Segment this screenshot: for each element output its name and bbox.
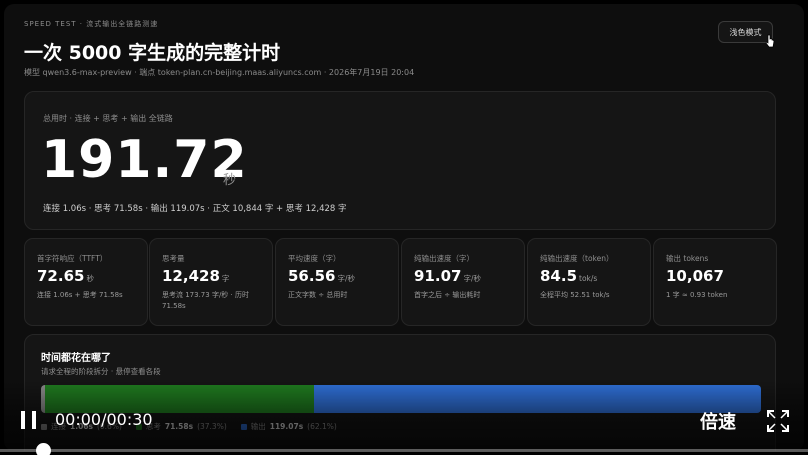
metric-value: 10,067 xyxy=(666,267,724,285)
total-time-card: 总用时 · 连接 + 思考 + 输出 全链路 191.72 秒 连接 1.06s… xyxy=(24,91,776,230)
metric-note: 思考流 173.73 字/秒 · 历时 71.58s xyxy=(162,291,249,310)
metric-label: 纯输出速度（字） xyxy=(414,254,474,263)
video-progress-knob[interactable] xyxy=(36,443,51,455)
metric-cards: 首字符响应（TTFT） 72.65 秒 连接 1.06s + 思考 71.58s … xyxy=(24,238,777,328)
pause-icon[interactable] xyxy=(18,409,40,431)
metric-label: 首字符响应（TTFT） xyxy=(37,254,108,263)
video-time-display: 00:00/00:30 xyxy=(55,410,153,429)
page-kicker: SPEED TEST · 流式输出全链路测速 xyxy=(24,20,159,28)
metric-label: 思考量 xyxy=(162,254,185,263)
metric-card-output-tokens: 输出 tokens 10,067 1 字 ≈ 0.93 token xyxy=(653,238,777,326)
page-meta: 模型 qwen3.6-max-preview · 端点 token-plan.c… xyxy=(24,68,415,77)
time-breakdown-subtitle: 请求全程的阶段拆分 · 悬停查看各段 xyxy=(41,367,161,376)
metric-note: 首字之后 ÷ 输出耗时 xyxy=(414,291,481,299)
page-title: 一次 5000 字生成的完整计时 xyxy=(24,42,281,64)
total-time-label: 总用时 · 连接 + 思考 + 输出 全链路 xyxy=(43,114,173,123)
time-breakdown-title: 时间都花在哪了 xyxy=(41,353,111,364)
metric-label: 输出 tokens xyxy=(666,254,709,263)
metric-note: 正文字数 ÷ 总用时 xyxy=(288,291,348,299)
total-time-unit: 秒 xyxy=(223,173,237,188)
metric-value: 84.5 tok/s xyxy=(540,267,598,285)
metric-value: 56.56 字/秒 xyxy=(288,267,355,285)
total-time-breakdown: 连接 1.06s · 思考 71.58s · 输出 119.07s · 正文 1… xyxy=(43,204,347,214)
fullscreen-icon[interactable] xyxy=(766,409,790,433)
metric-label: 纯输出速度（token） xyxy=(540,254,614,263)
metric-card-output-speed-chars: 纯输出速度（字） 91.07 字/秒 首字之后 ÷ 输出耗时 xyxy=(401,238,525,326)
metric-note: 全程平均 52.51 tok/s xyxy=(540,291,610,299)
total-time-value: 191.72 xyxy=(41,130,248,190)
metric-value: 72.65 秒 xyxy=(37,267,94,285)
metric-note: 1 字 ≈ 0.93 token xyxy=(666,291,728,299)
metric-note: 连接 1.06s + 思考 71.58s xyxy=(37,291,123,299)
metric-value: 12,428 字 xyxy=(162,267,230,285)
video-progress-track[interactable] xyxy=(0,449,808,452)
playback-speed-button[interactable]: 倍速 xyxy=(700,408,736,434)
mouse-cursor-icon xyxy=(765,34,775,48)
metric-label: 平均速度（字） xyxy=(288,254,341,263)
metric-card-output-speed-tokens: 纯输出速度（token） 84.5 tok/s 全程平均 52.51 tok/s xyxy=(527,238,651,326)
metric-value: 91.07 字/秒 xyxy=(414,267,481,285)
metric-card-avg-speed: 平均速度（字） 56.56 字/秒 正文字数 ÷ 总用时 xyxy=(275,238,399,326)
metric-card-ttft: 首字符响应（TTFT） 72.65 秒 连接 1.06s + 思考 71.58s xyxy=(24,238,148,326)
metric-card-thinking: 思考量 12,428 字 思考流 173.73 字/秒 · 历时 71.58s xyxy=(149,238,273,326)
